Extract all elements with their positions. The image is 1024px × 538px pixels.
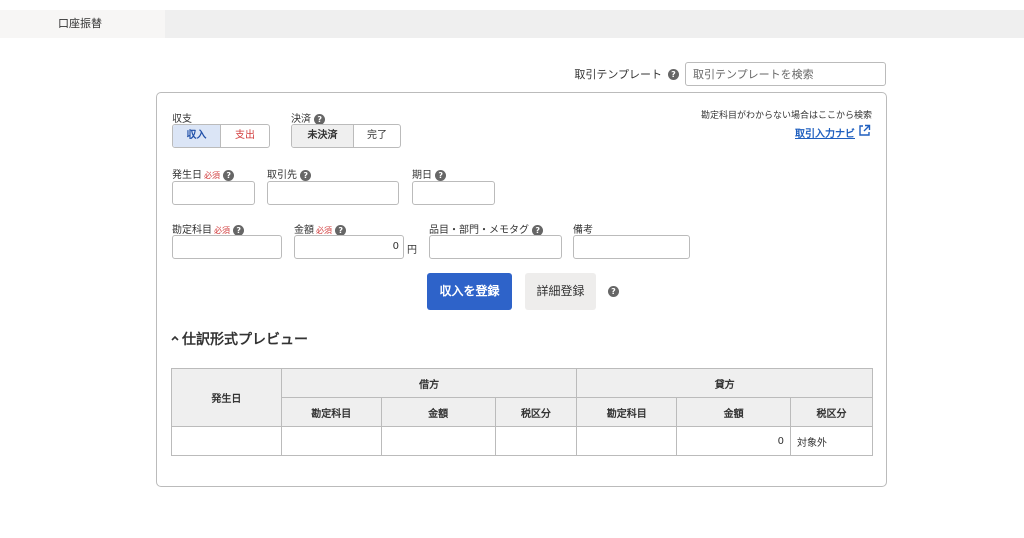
type-expense-option[interactable]: 支出 [221,125,269,147]
debit-account-header: 勘定科目 [280,397,382,427]
required-badge: 必須 [214,226,230,235]
debit-header: 借方 [280,368,578,398]
template-search-row: 取引テンプレート ? [574,62,886,86]
help-icon[interactable]: ? [300,169,312,181]
date-label: 発生日 [172,170,202,181]
col-date-header: 発生日 [171,368,282,427]
partner-input[interactable] [267,181,399,205]
credit-amount-header: 金額 [676,397,792,427]
journal-preview-table: 発生日 借方 貸方 勘定科目 金額 税区分 勘定科目 金額 税区分 0 対象外 [171,368,873,456]
note-input[interactable] [573,235,690,259]
due-label-row: 期日 ? [412,166,447,181]
due-date-input[interactable] [412,181,495,205]
preview-title: 仕訳形式プレビュー [182,332,308,348]
type-segmented-control: 収入 支出 [172,124,270,148]
detail-register-button[interactable]: 詳細登録 [525,273,596,310]
transaction-form-card: 収支 収入 支出 決済 ? 未決済 完了 勘定科目がわからない場合はここから検索… [156,92,887,487]
help-icon[interactable]: ? [532,224,544,236]
cell-debit-account [280,426,382,456]
cell-credit-account [576,426,678,456]
table-row: 0 対象外 [171,426,873,456]
items-input[interactable] [429,235,562,259]
settle-label-row: 決済 ? [291,110,326,125]
navi-link[interactable]: 取引入力ナビ [795,125,855,140]
external-link-icon [858,124,871,140]
type-label: 収支 [172,114,192,125]
help-icon[interactable]: ? [335,224,347,236]
settle-unsettled-option[interactable]: 未決済 [292,125,354,147]
settle-done-option[interactable]: 完了 [354,125,400,147]
template-search-input[interactable] [685,62,886,86]
date-input[interactable] [172,181,255,205]
help-icon[interactable]: ? [435,169,447,181]
items-label-row: 品目・部門・メモタグ ? [429,221,544,236]
template-label: 取引テンプレート [574,68,662,81]
amount-label-row: 金額 必須 ? [294,221,347,236]
tab-bar: 口座振替 [0,10,1024,38]
account-hint-text: 勘定科目がわからない場合はここから検索 [700,111,872,121]
settle-segmented-control: 未決済 完了 [291,124,401,148]
date-label-row: 発生日 必須 ? [172,166,235,181]
cell-date [171,426,282,456]
cell-credit-amount: 0 [676,426,792,456]
account-label-row: 勘定科目 必須 ? [172,221,245,236]
help-icon[interactable]: ? [233,224,245,236]
debit-amount-header: 金額 [380,397,496,427]
navi-link-row[interactable]: 取引入力ナビ [795,124,871,140]
help-icon[interactable]: ? [223,169,235,181]
cell-debit-amount [380,426,496,456]
tab-account-transfer[interactable]: 口座振替 [0,10,165,38]
register-income-button[interactable]: 収入を登録 [427,273,512,310]
help-icon[interactable]: ? [608,286,619,297]
debit-tax-header: 税区分 [494,397,578,427]
type-income-option[interactable]: 収入 [173,125,221,147]
credit-account-header: 勘定科目 [576,397,678,427]
credit-tax-header: 税区分 [790,397,873,427]
required-badge: 必須 [316,226,332,235]
partner-label: 取引先 [267,170,297,181]
note-label: 備考 [573,225,593,236]
cell-credit-tax: 対象外 [790,426,873,456]
preview-toggle[interactable]: 仕訳形式プレビュー [170,329,308,349]
help-icon[interactable]: ? [314,113,326,125]
partner-label-row: 取引先 ? [267,166,312,181]
help-icon[interactable]: ? [668,68,679,80]
required-badge: 必須 [204,171,220,180]
cell-debit-tax [494,426,578,456]
account-input[interactable] [172,235,282,259]
credit-header: 貸方 [576,368,873,398]
chevron-up-icon [170,333,180,346]
due-label: 期日 [412,170,432,181]
amount-input[interactable]: 0 [294,235,404,259]
amount-unit: 円 [407,245,417,256]
